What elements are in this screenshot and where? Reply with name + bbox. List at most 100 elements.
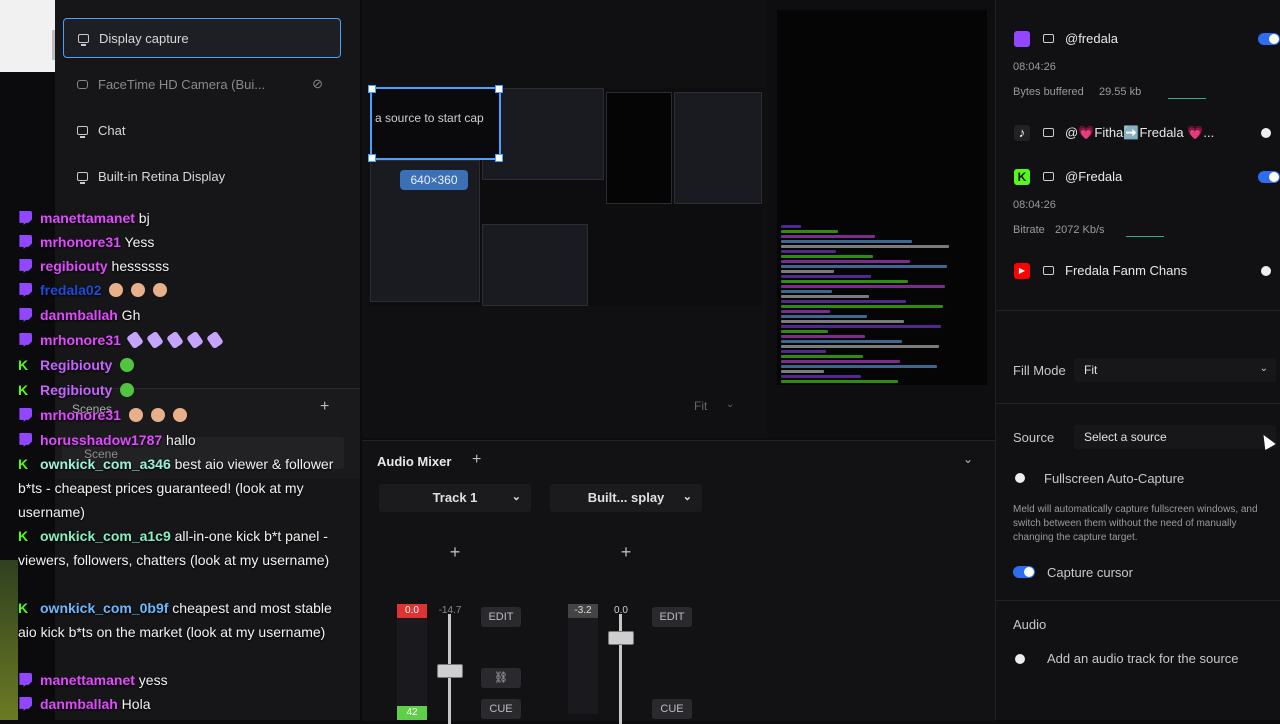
chat-message: regibiouty hessssss	[18, 254, 348, 278]
preview-chat-line	[781, 290, 832, 293]
preview-chat-line	[781, 240, 912, 243]
monitor-icon	[1043, 266, 1054, 275]
chat-overlay: manettamanet bj mrhonore31 Yess regibiouty…	[0, 200, 360, 720]
add-audio-track-toggle[interactable]	[1015, 654, 1025, 664]
kick-icon: K	[18, 382, 29, 398]
track-dropdown[interactable]: Track 1 ⌄	[379, 484, 531, 512]
source-select[interactable]: Select a source	[1074, 425, 1276, 449]
fullscreen-auto-capture-toggle[interactable]	[1015, 473, 1025, 483]
chat-username: manettamanet	[40, 210, 135, 226]
capture-cursor-toggle[interactable]	[1013, 566, 1035, 578]
monitor-icon	[78, 33, 89, 46]
destination-name: @fredala	[1065, 31, 1118, 46]
preview-chat-line	[781, 305, 943, 308]
kick-icon: K	[18, 357, 29, 373]
chevron-down-icon[interactable]: ⌄	[963, 452, 973, 466]
add-filter-button[interactable]: +	[379, 542, 531, 563]
audio-mixer-title: Audio Mixer	[377, 454, 452, 469]
nested-settings	[674, 92, 762, 204]
camera-icon	[77, 79, 88, 89]
preview-chat-line	[781, 335, 865, 338]
destination-toggle[interactable]	[1258, 33, 1280, 45]
link-icon[interactable]: ⛓	[481, 668, 521, 688]
chat-text: Gh	[117, 307, 141, 323]
twitch-icon	[1014, 31, 1030, 47]
peak-value: 0.0	[397, 604, 427, 618]
fill-mode-label: Fill Mode	[1013, 363, 1066, 378]
level-meter	[568, 614, 598, 714]
chat-message: danmballah Gh	[18, 303, 348, 327]
preview-chat-line	[781, 350, 826, 353]
twitch-icon	[19, 308, 32, 322]
edit-button[interactable]: EDIT	[652, 607, 692, 627]
destination-toggle[interactable]	[1261, 266, 1271, 276]
preview-chat-line	[781, 340, 902, 343]
chat-message: fredala02	[18, 278, 348, 302]
add-filter-button[interactable]: +	[550, 542, 702, 563]
youtube-icon: ▶	[1014, 263, 1030, 279]
emote-icon	[125, 330, 144, 350]
add-audio-track-button[interactable]: +	[472, 451, 481, 469]
eye-off-icon[interactable]: ⊘	[312, 76, 323, 92]
divider	[995, 600, 1280, 601]
emote-icon	[150, 408, 165, 422]
preview-chat-line	[781, 285, 945, 288]
source-item-retina-display[interactable]: Built-in Retina Display	[63, 156, 341, 196]
track-dropdown[interactable]: Built... splay ⌄	[550, 484, 702, 512]
tiktok-icon: ♪	[1014, 125, 1030, 141]
preview-chat-line	[781, 265, 947, 268]
preview-chat-line	[781, 275, 871, 278]
edit-button[interactable]: EDIT	[481, 607, 521, 627]
left-edge-strip	[0, 0, 58, 72]
destination-toggle[interactable]	[1258, 171, 1280, 183]
preview-chat-line	[781, 295, 869, 298]
cue-button[interactable]: CUE	[652, 699, 692, 719]
monitor-icon	[77, 171, 88, 184]
monitor-icon	[77, 125, 88, 138]
chevron-down-icon: ⌄	[682, 491, 692, 503]
volume-fader-handle[interactable]	[437, 663, 463, 678]
size-badge: 640×360	[400, 170, 468, 190]
emote-icon	[120, 383, 135, 397]
stat-label: Bytes buffered	[1013, 86, 1084, 98]
source-placeholder: Select a source	[1084, 430, 1167, 444]
preview-chat-line	[781, 270, 834, 273]
source-item-facetime-camera[interactable]: FaceTime HD Camera (Bui... ⊘	[63, 64, 341, 104]
chat-username: danmballah	[40, 307, 118, 323]
chat-username: manettamanet	[40, 672, 135, 688]
preview-chat-line	[781, 370, 824, 373]
chat-message: horusshadow1787 hallo	[18, 428, 348, 452]
fill-mode-select[interactable]: Fit ⌄	[1074, 358, 1276, 382]
source-label: Source	[1013, 430, 1055, 445]
twitch-icon	[19, 673, 32, 687]
chat-message: K Regibiouty	[18, 378, 348, 402]
level-meter	[397, 614, 427, 714]
chat-message: manettamanet bj	[18, 206, 348, 230]
selection-preview-text: a source to start cap	[375, 111, 484, 125]
emote-icon	[131, 283, 146, 297]
monitor-icon	[1043, 172, 1054, 181]
preview-chat-line	[781, 300, 906, 303]
cue-button[interactable]: CUE	[481, 699, 521, 719]
volume-fader-handle[interactable]	[608, 630, 634, 645]
preview-chat-line	[781, 320, 904, 323]
stat-value: 29.55 kb	[1099, 86, 1142, 98]
chat-message: manettamanet yess	[18, 668, 348, 692]
chat-username: mrhonore31	[40, 234, 121, 250]
stream-duration: 08:04:26	[1013, 199, 1056, 211]
twitch-icon	[19, 211, 32, 225]
twitch-icon	[19, 697, 32, 711]
destination-toggle[interactable]	[1261, 128, 1271, 138]
preview-chat-line	[781, 380, 898, 383]
chat-username: mrhonore31	[40, 407, 121, 423]
chat-text: Hola	[117, 696, 151, 712]
preview-chat-line	[781, 330, 828, 333]
source-item-display-capture[interactable]: Display capture	[63, 18, 341, 58]
chat-username: ownkick_com_a346	[40, 456, 171, 472]
canvas-fit-dropdown[interactable]: Fit ⌄	[688, 394, 744, 418]
track-name: Track 1	[432, 490, 478, 505]
source-item-chat[interactable]: Chat	[63, 110, 341, 150]
source-label: Built-in Retina Display	[98, 168, 226, 184]
chat-message: mrhonore31	[18, 403, 348, 427]
capture-cursor-label: Capture cursor	[1047, 565, 1133, 580]
